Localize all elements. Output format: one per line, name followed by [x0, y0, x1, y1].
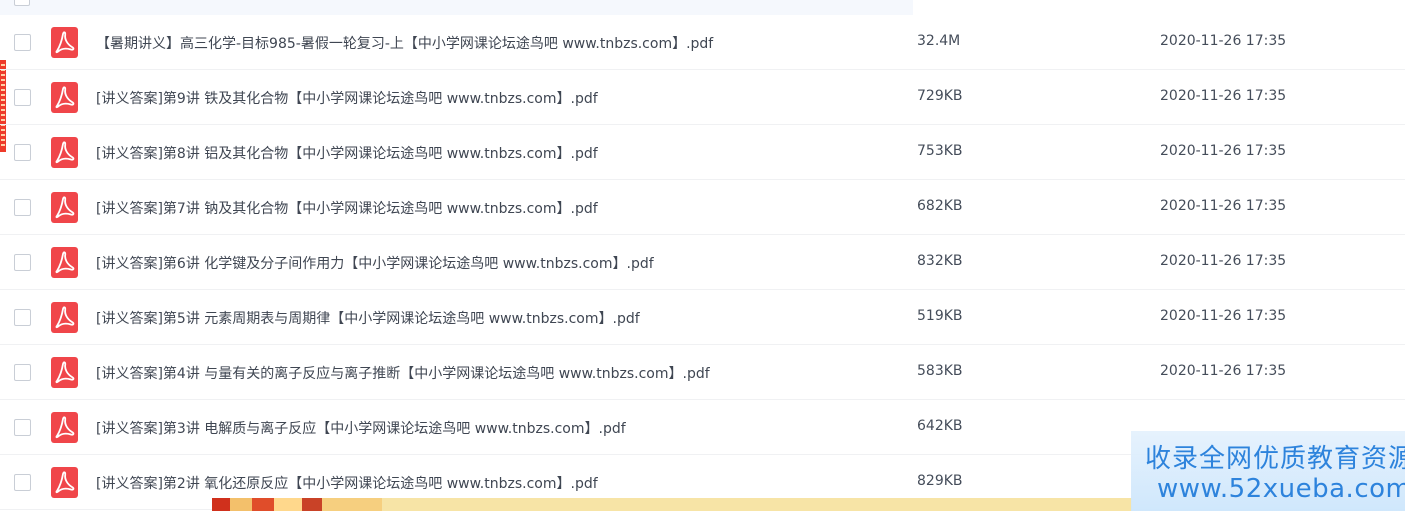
file-size: 682KB [917, 198, 963, 214]
file-modified-time: 2020-11-26 17:35 [1160, 143, 1287, 159]
file-modified-time: 2020-11-26 17:35 [1160, 363, 1287, 379]
file-name[interactable]: 【暑期讲义】高三化学-目标985-暑假一轮复习-上【中小学网课论坛途鸟吧 www… [96, 33, 713, 53]
row-checkbox[interactable] [14, 309, 31, 326]
file-row[interactable]: 【暑期讲义】高三化学-目标985-暑假一轮复习-上【中小学网课论坛途鸟吧 www… [0, 15, 1405, 70]
file-size: 519KB [917, 308, 963, 324]
row-checkbox[interactable] [14, 419, 31, 436]
file-modified-time: 2020-11-26 17:35 [1160, 88, 1287, 104]
previous-row-highlight [0, 0, 913, 15]
file-name[interactable]: [讲义答案]第6讲 化学键及分子间作用力【中小学网课论坛途鸟吧 www.tnbz… [96, 253, 654, 273]
pdf-icon[interactable] [51, 27, 78, 58]
pdf-icon[interactable] [51, 302, 78, 333]
file-name[interactable]: [讲义答案]第7讲 钠及其化合物【中小学网课论坛途鸟吧 www.tnbzs.co… [96, 198, 598, 218]
file-row[interactable]: [讲义答案]第9讲 铁及其化合物【中小学网课论坛途鸟吧 www.tnbzs.co… [0, 70, 1405, 125]
file-row[interactable]: [讲义答案]第4讲 与量有关的离子反应与离子推断【中小学网课论坛途鸟吧 www.… [0, 345, 1405, 400]
pdf-icon[interactable] [51, 412, 78, 443]
row-checkbox[interactable] [14, 34, 31, 51]
file-row[interactable]: [讲义答案]第7讲 钠及其化合物【中小学网课论坛途鸟吧 www.tnbzs.co… [0, 180, 1405, 235]
file-name[interactable]: [讲义答案]第3讲 电解质与离子反应【中小学网课论坛途鸟吧 www.tnbzs.… [96, 418, 626, 438]
row-checkbox[interactable] [14, 0, 30, 6]
pdf-icon[interactable] [51, 467, 78, 498]
file-row[interactable]: [讲义答案]第8讲 铝及其化合物【中小学网课论坛途鸟吧 www.tnbzs.co… [0, 125, 1405, 180]
file-size: 753KB [917, 143, 963, 159]
file-modified-time: 2020-11-26 17:35 [1160, 253, 1287, 269]
file-name[interactable]: [讲义答案]第2讲 氧化还原反应【中小学网课论坛途鸟吧 www.tnbzs.co… [96, 473, 598, 493]
file-size: 832KB [917, 253, 963, 269]
pdf-icon[interactable] [51, 137, 78, 168]
row-checkbox[interactable] [14, 364, 31, 381]
file-size: 829KB [917, 473, 963, 489]
row-checkbox[interactable] [14, 254, 31, 271]
file-modified-time: 2020-11-26 17:35 [1160, 33, 1287, 49]
file-size: 583KB [917, 363, 963, 379]
file-name[interactable]: [讲义答案]第4讲 与量有关的离子反应与离子推断【中小学网课论坛途鸟吧 www.… [96, 363, 710, 383]
pdf-icon[interactable] [51, 192, 78, 223]
file-row[interactable]: [讲义答案]第6讲 化学键及分子间作用力【中小学网课论坛途鸟吧 www.tnbz… [0, 235, 1405, 290]
watermark-url: www.52xueba.com [1157, 474, 1405, 504]
file-size: 642KB [917, 418, 963, 434]
row-checkbox[interactable] [14, 199, 31, 216]
file-name[interactable]: [讲义答案]第9讲 铁及其化合物【中小学网课论坛途鸟吧 www.tnbzs.co… [96, 88, 598, 108]
file-name[interactable]: [讲义答案]第5讲 元素周期表与周期律【中小学网课论坛途鸟吧 www.tnbzs… [96, 308, 640, 328]
file-size: 32.4M [917, 33, 961, 49]
file-modified-time: 2020-11-26 17:35 [1160, 308, 1287, 324]
watermark-slogan: 收录全网优质教育资源 [1145, 444, 1405, 474]
row-checkbox[interactable] [14, 89, 31, 106]
file-modified-time: 2020-11-26 17:35 [1160, 198, 1287, 214]
pdf-icon[interactable] [51, 247, 78, 278]
file-name[interactable]: [讲义答案]第8讲 铝及其化合物【中小学网课论坛途鸟吧 www.tnbzs.co… [96, 143, 598, 163]
row-checkbox[interactable] [14, 144, 31, 161]
file-row[interactable]: [讲义答案]第5讲 元素周期表与周期律【中小学网课论坛途鸟吧 www.tnbzs… [0, 290, 1405, 345]
pdf-icon[interactable] [51, 82, 78, 113]
banner-decoration [212, 498, 382, 511]
row-checkbox[interactable] [14, 474, 31, 491]
pdf-icon[interactable] [51, 357, 78, 388]
file-size: 729KB [917, 88, 963, 104]
